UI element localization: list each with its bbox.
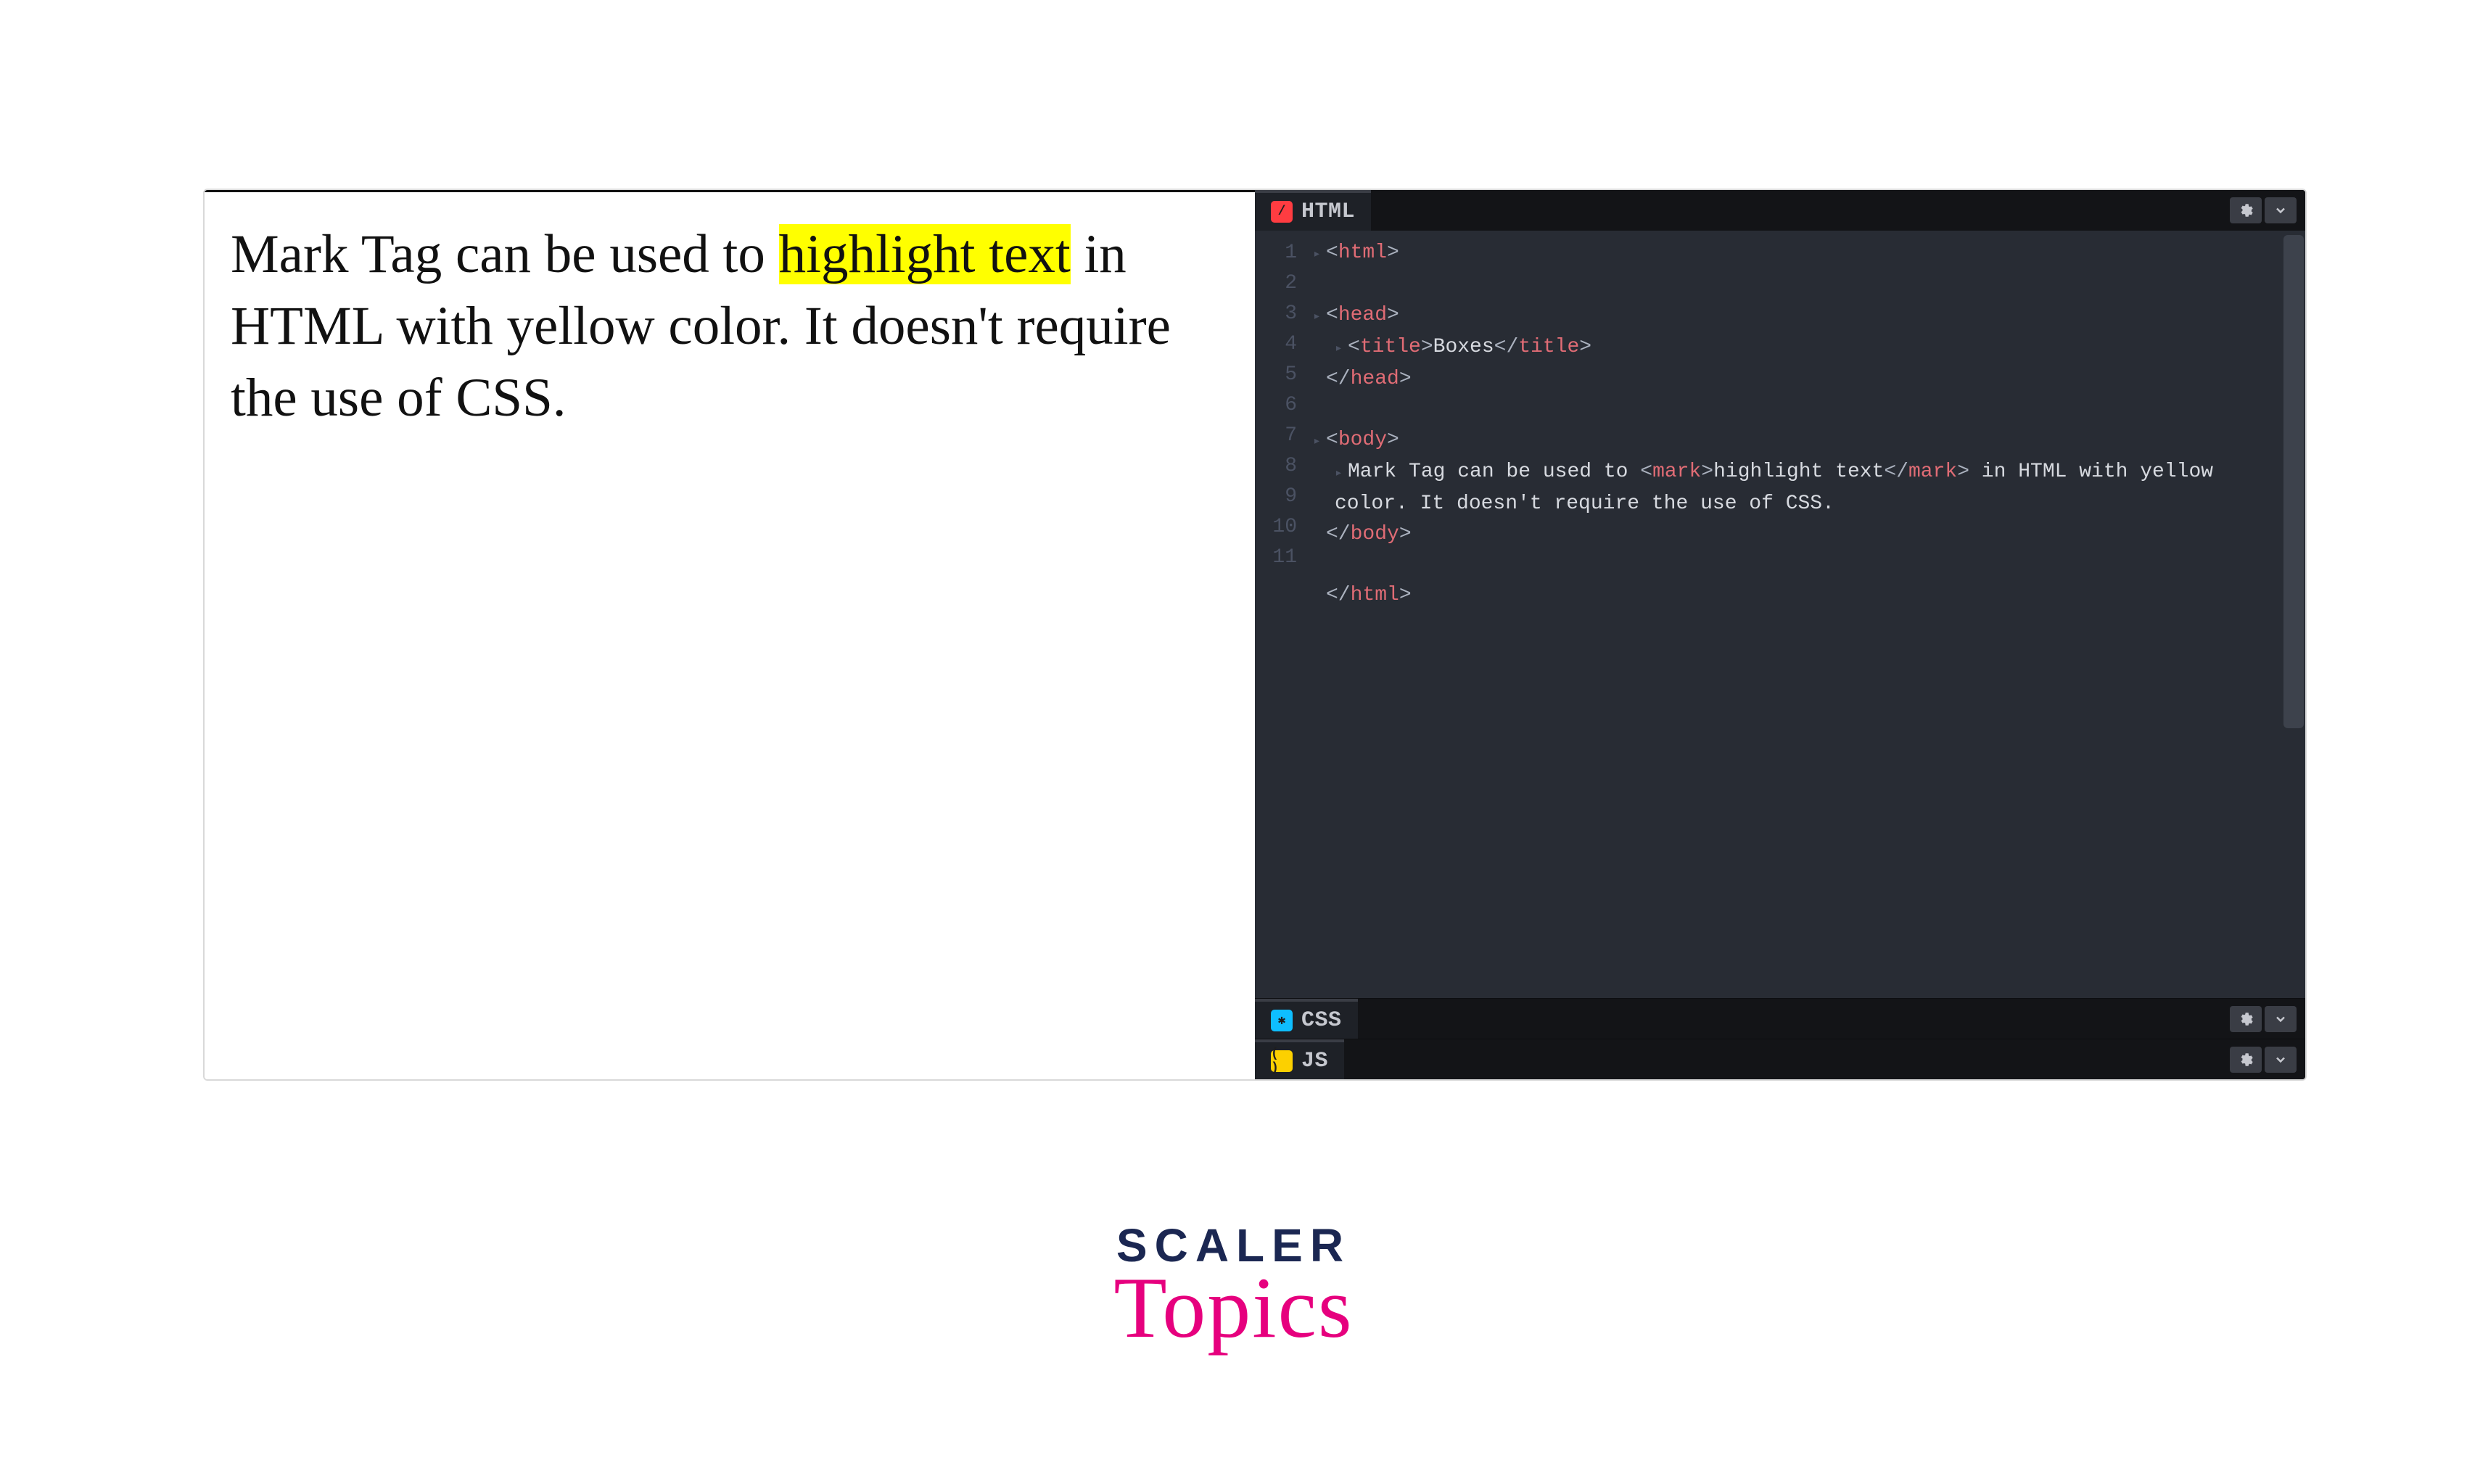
collapse-button-js[interactable] xyxy=(2265,1047,2297,1073)
line-gutter: 1234567891011 xyxy=(1255,231,1307,998)
chevron-down-icon xyxy=(2273,203,2288,218)
settings-button-css[interactable] xyxy=(2230,1006,2262,1032)
codepen-frame: Mark Tag can be used to highlight text i… xyxy=(203,189,2307,1081)
editor-panel: / HTML 1234567891011 ▸<html> ▸<head>▸<ti… xyxy=(1255,190,2305,1079)
gear-icon xyxy=(2239,1052,2253,1067)
chevron-down-icon xyxy=(2273,1012,2288,1026)
html-actions xyxy=(2230,197,2297,223)
preview-text: Mark Tag can be used to highlight text i… xyxy=(231,218,1229,434)
gear-icon xyxy=(2239,203,2253,218)
settings-button-js[interactable] xyxy=(2230,1047,2262,1073)
js-icon: ( ) xyxy=(1271,1050,1293,1072)
js-label: JS xyxy=(1301,1049,1328,1073)
tab-js[interactable]: ( ) JS xyxy=(1255,1039,1344,1080)
code-editor[interactable]: 1234567891011 ▸<html> ▸<head>▸<title>Box… xyxy=(1255,231,2305,998)
preview-before: Mark Tag can be used to xyxy=(231,224,779,284)
css-panel-header: ✱ CSS xyxy=(1255,998,2305,1039)
preview-panel: Mark Tag can be used to highlight text i… xyxy=(205,190,1255,1079)
collapse-button-css[interactable] xyxy=(2265,1006,2297,1032)
preview-highlight: highlight text xyxy=(779,224,1071,284)
gear-icon xyxy=(2239,1012,2253,1026)
html-panel-header: / HTML xyxy=(1255,190,2305,231)
css-icon: ✱ xyxy=(1271,1010,1293,1031)
collapse-button-html[interactable] xyxy=(2265,197,2297,223)
html-icon: / xyxy=(1271,201,1293,223)
css-label: CSS xyxy=(1301,1008,1342,1033)
tab-html[interactable]: / HTML xyxy=(1255,190,1371,231)
code-lines: ▸<html> ▸<head>▸<title>Boxes</title></he… xyxy=(1307,231,2305,998)
brand-bottom: Topics xyxy=(1113,1258,1353,1358)
js-panel-header: ( ) JS xyxy=(1255,1039,2305,1079)
tab-css[interactable]: ✱ CSS xyxy=(1255,999,1358,1039)
settings-button-html[interactable] xyxy=(2230,197,2262,223)
chevron-down-icon xyxy=(2273,1052,2288,1067)
brand-logo: SCALER Topics xyxy=(1113,1219,1353,1358)
scrollbar-thumb[interactable] xyxy=(2283,235,2304,728)
html-label: HTML xyxy=(1301,199,1355,224)
css-actions xyxy=(2230,1006,2297,1032)
js-actions xyxy=(2230,1047,2297,1073)
